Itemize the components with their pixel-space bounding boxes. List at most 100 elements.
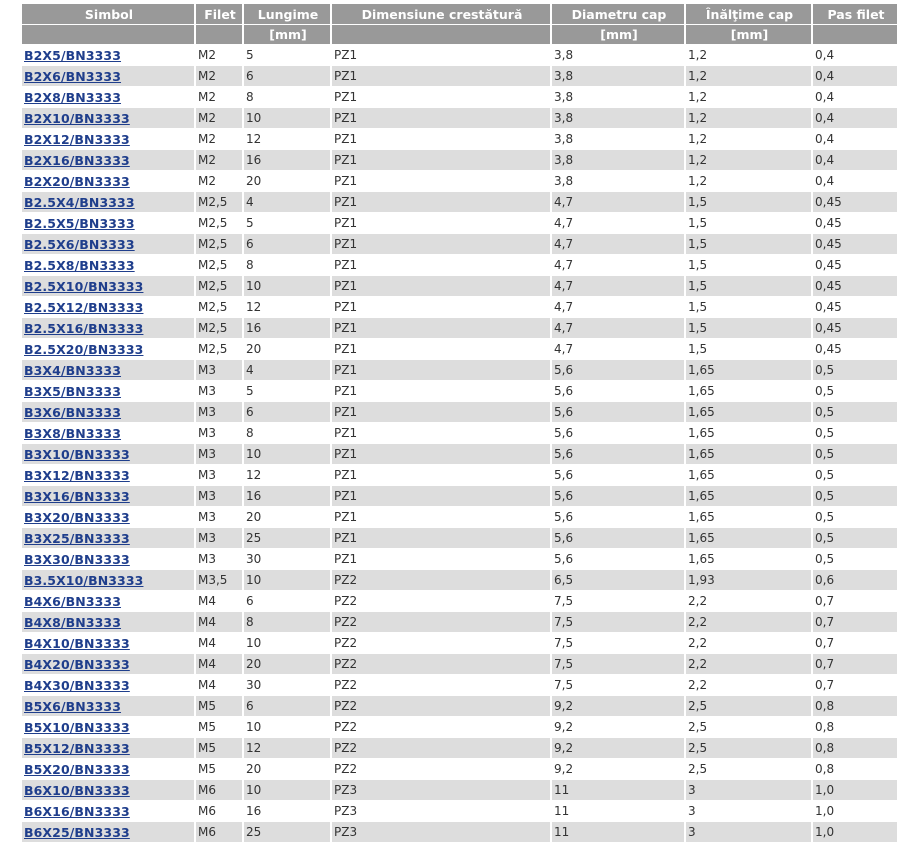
unit-diametru: [mm]	[552, 25, 684, 45]
unit-inaltime: [mm]	[686, 25, 811, 45]
product-link[interactable]: B5X12/BN3333	[24, 741, 130, 756]
cell-inaltime: 2,2	[686, 654, 811, 675]
cell-diametru: 5,6	[552, 465, 684, 486]
product-link[interactable]: B5X20/BN3333	[24, 762, 130, 777]
cell-simbol: B3X30/BN3333	[22, 549, 194, 570]
product-link[interactable]: B2X12/BN3333	[24, 132, 130, 147]
cell-lungime: 20	[244, 507, 330, 528]
table-row: B2X8/BN3333 M2 8 PZ1 3,8 1,2 0,4	[22, 87, 897, 108]
product-link[interactable]: B2.5X8/BN3333	[24, 258, 135, 273]
table-row: B2X12/BN3333 M2 12 PZ1 3,8 1,2 0,4	[22, 129, 897, 150]
cell-diametru: 5,6	[552, 360, 684, 381]
cell-dimensiune: PZ1	[332, 507, 550, 528]
product-link[interactable]: B6X16/BN3333	[24, 804, 130, 819]
cell-filet: M2,5	[196, 318, 242, 339]
product-link[interactable]: B2.5X10/BN3333	[24, 279, 143, 294]
cell-inaltime: 1,2	[686, 66, 811, 87]
product-link[interactable]: B3X10/BN3333	[24, 447, 130, 462]
product-link[interactable]: B2X20/BN3333	[24, 174, 130, 189]
product-link[interactable]: B2.5X20/BN3333	[24, 342, 143, 357]
cell-dimensiune: PZ1	[332, 255, 550, 276]
product-link[interactable]: B4X20/BN3333	[24, 657, 130, 672]
cell-inaltime: 1,65	[686, 423, 811, 444]
product-link[interactable]: B3X16/BN3333	[24, 489, 130, 504]
product-link[interactable]: B2X10/BN3333	[24, 111, 130, 126]
product-link[interactable]: B2X16/BN3333	[24, 153, 130, 168]
cell-diametru: 3,8	[552, 108, 684, 129]
product-link[interactable]: B6X10/BN3333	[24, 783, 130, 798]
product-link[interactable]: B2.5X4/BN3333	[24, 195, 135, 210]
cell-dimensiune: PZ1	[332, 528, 550, 549]
product-link[interactable]: B3X5/BN3333	[24, 384, 121, 399]
product-link[interactable]: B3X30/BN3333	[24, 552, 130, 567]
cell-simbol: B2.5X6/BN3333	[22, 234, 194, 255]
cell-diametru: 5,6	[552, 444, 684, 465]
cell-filet: M2	[196, 171, 242, 192]
product-link[interactable]: B2.5X5/BN3333	[24, 216, 135, 231]
cell-filet: M4	[196, 675, 242, 696]
cell-lungime: 16	[244, 318, 330, 339]
product-link[interactable]: B3X6/BN3333	[24, 405, 121, 420]
cell-filet: M2,5	[196, 339, 242, 360]
product-link[interactable]: B3X8/BN3333	[24, 426, 121, 441]
cell-filet: M3	[196, 486, 242, 507]
cell-inaltime: 2,2	[686, 591, 811, 612]
cell-inaltime: 1,65	[686, 507, 811, 528]
product-link[interactable]: B2X5/BN3333	[24, 48, 121, 63]
product-link[interactable]: B3X12/BN3333	[24, 468, 130, 483]
product-link[interactable]: B2.5X16/BN3333	[24, 321, 143, 336]
cell-dimensiune: PZ3	[332, 780, 550, 801]
cell-diametru: 4,7	[552, 318, 684, 339]
cell-pas: 0,7	[813, 612, 897, 633]
cell-simbol: B2.5X4/BN3333	[22, 192, 194, 213]
cell-diametru: 5,6	[552, 528, 684, 549]
cell-dimensiune: PZ2	[332, 759, 550, 780]
header-inaltime: Înălţime cap	[686, 4, 811, 25]
cell-filet: M2,5	[196, 276, 242, 297]
cell-pas: 0,4	[813, 87, 897, 108]
product-link[interactable]: B4X10/BN3333	[24, 636, 130, 651]
product-link[interactable]: B2X8/BN3333	[24, 90, 121, 105]
table-row: B2.5X8/BN3333 M2,5 8 PZ1 4,7 1,5 0,45	[22, 255, 897, 276]
product-link[interactable]: B3X25/BN3333	[24, 531, 130, 546]
product-link[interactable]: B4X8/BN3333	[24, 615, 121, 630]
table-row: B3X20/BN3333 M3 20 PZ1 5,6 1,65 0,5	[22, 507, 897, 528]
cell-simbol: B2X10/BN3333	[22, 108, 194, 129]
cell-simbol: B6X10/BN3333	[22, 780, 194, 801]
product-link[interactable]: B4X6/BN3333	[24, 594, 121, 609]
product-link[interactable]: B3X4/BN3333	[24, 363, 121, 378]
cell-lungime: 12	[244, 465, 330, 486]
product-link[interactable]: B2.5X6/BN3333	[24, 237, 135, 252]
cell-inaltime: 1,5	[686, 276, 811, 297]
cell-lungime: 10	[244, 633, 330, 654]
cell-diametru: 7,5	[552, 633, 684, 654]
cell-pas: 0,45	[813, 318, 897, 339]
cell-lungime: 10	[244, 276, 330, 297]
cell-simbol: B3X8/BN3333	[22, 423, 194, 444]
product-link[interactable]: B2X6/BN3333	[24, 69, 121, 84]
cell-lungime: 20	[244, 171, 330, 192]
table-row: B2X20/BN3333 M2 20 PZ1 3,8 1,2 0,4	[22, 171, 897, 192]
product-link[interactable]: B2.5X12/BN3333	[24, 300, 143, 315]
cell-pas: 0,5	[813, 549, 897, 570]
cell-inaltime: 2,2	[686, 612, 811, 633]
product-link[interactable]: B3.5X10/BN3333	[24, 573, 143, 588]
cell-lungime: 5	[244, 381, 330, 402]
product-link[interactable]: B5X6/BN3333	[24, 699, 121, 714]
cell-pas: 0,5	[813, 528, 897, 549]
cell-inaltime: 3	[686, 822, 811, 843]
cell-diametru: 7,5	[552, 654, 684, 675]
table-row: B2.5X20/BN3333 M2,5 20 PZ1 4,7 1,5 0,45	[22, 339, 897, 360]
cell-filet: M4	[196, 591, 242, 612]
cell-diametru: 4,7	[552, 255, 684, 276]
cell-filet: M2	[196, 87, 242, 108]
product-link[interactable]: B6X25/BN3333	[24, 825, 130, 840]
table-row: B2X16/BN3333 M2 16 PZ1 3,8 1,2 0,4	[22, 150, 897, 171]
cell-pas: 0,4	[813, 45, 897, 66]
cell-simbol: B4X8/BN3333	[22, 612, 194, 633]
product-link[interactable]: B3X20/BN3333	[24, 510, 130, 525]
product-link[interactable]: B4X30/BN3333	[24, 678, 130, 693]
product-link[interactable]: B5X10/BN3333	[24, 720, 130, 735]
cell-diametru: 3,8	[552, 150, 684, 171]
cell-filet: M5	[196, 717, 242, 738]
